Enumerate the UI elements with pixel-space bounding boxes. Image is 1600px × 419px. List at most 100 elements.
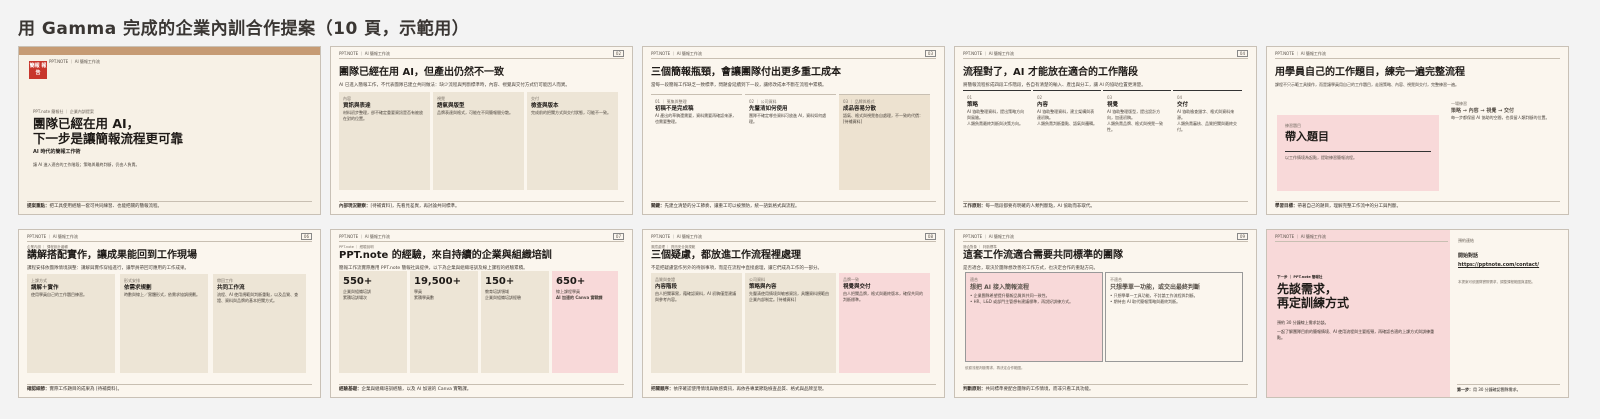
slide-9-footer-label: 判斷原則：: [963, 387, 986, 392]
slide-8-number: 08: [924, 233, 936, 240]
slide-7-title: PPT.note 的經驗，來自持續的企業與組織培訓: [339, 250, 552, 261]
slide-6-card-3: 帶回工作 共同工作流 流程、AI 使用規範與判斷重點，以及品質、查證、資料與品牌的基…: [213, 274, 306, 373]
slide-8-header-text: PPT.NOTE ｜ AI 簡報工作流: [651, 234, 702, 239]
stat-value: 550+: [343, 276, 373, 287]
slide-10-header: PPT.NOTE ｜ AI 簡報工作流: [1275, 234, 1448, 242]
stat-desc: AI 加速的 Canva 實戰課: [556, 295, 603, 300]
slide-7-stat-3: 150+ 教育培訓領域 企業與組織培訓經驗: [481, 271, 549, 373]
slide-4-stage-4: 04 交付 AI 協助檢查錯字、格式與資料來源。 人類負責審核、品質把關與最終交付。: [1173, 90, 1242, 190]
slide-3-subtitle: 當每一段簡報工作缺乏一致標準，問題會延續到下一段，讓修改成本不斷在流程中累積。: [651, 83, 827, 88]
slide-2-header-text: PPT.NOTE ｜ AI 簡報工作流: [339, 51, 390, 56]
slide-6-footer-text: 實際工作題目的成果為 [待補資料]。: [49, 387, 122, 392]
nofit-item-2-text: 期待由 AI 取代簡報策略與最終判斷。: [1113, 299, 1181, 304]
slide-6-thumbnail[interactable]: PPT.NOTE ｜ AI 簡報工作流 06 企業內訓 ｜ 課程設計邏輯 講解搭配…: [18, 229, 321, 398]
slide-2-title: 團隊已經在用 AI，但產出仍然不一致: [339, 67, 504, 78]
slide-5-subtitle: 課程不只示範工具操作，而是讓學員用自己的工作題目，走過策略、內容、視覺與交付，完…: [1275, 82, 1459, 87]
slide-5-footer-label: 學習目標：: [1275, 204, 1298, 209]
card-desc: 時數與線上／實體形式，依需求協調規劃。: [124, 292, 200, 297]
stage-heading: 策略: [967, 102, 979, 108]
slide-10-thumbnail[interactable]: PPT.NOTE ｜ AI 簡報工作流 預約連結 開始對話 https://pp…: [1266, 229, 1569, 398]
slide-8-card-3: 品牌一致 視覺與交付 由人把關品牌，格式與最終版本，確保共同的判斷標準。: [839, 273, 930, 373]
slide-1-footer-text: 把工具使用經驗一套可共同練習、也能把關的簡報流程。: [49, 204, 163, 209]
page-title: 用 Gamma 完成的企業內訓合作提案（10 頁，示範用）: [18, 19, 470, 39]
slide-5-header-text: PPT.NOTE ｜ AI 簡報工作流: [1275, 51, 1326, 56]
slide-6-card-1: 上課方式 講解＋實作 使用學員自己的工作題目練習。: [27, 274, 115, 373]
brand-logo: 簡報 報告: [29, 61, 47, 79]
card-heading: 先釐清如何使用: [749, 106, 788, 112]
slide-3-col-3: 03 ｜ 品牌與格式 成品容易分散 語氣、格式與視覺各自處理，不一致的代價：[待補資…: [839, 94, 930, 190]
slide-7-footer-label: 經驗基礎：: [339, 387, 362, 392]
slide-10-header-text: PPT.NOTE ｜ AI 簡報工作流: [1275, 234, 1326, 239]
slide-6-header: PPT.NOTE ｜ AI 簡報工作流 06: [27, 233, 312, 242]
slide-2-footer-label: 內部現況觀察：: [339, 204, 371, 209]
fit-item-2-text: HR、L&D 或部門主管想有建議標準，再說好訓練方式。: [973, 299, 1074, 304]
slide-2-card-delivery: 交付 檢查與版本 完成前的把關方式與交付狀態，可能不一致。: [527, 92, 618, 190]
stat-desc: 累積學員數: [414, 295, 434, 300]
slide-2-header: PPT.NOTE ｜ AI 簡報工作流 02: [339, 50, 624, 59]
slide-7-header-text: PPT.NOTE ｜ AI 簡報工作流: [339, 234, 390, 239]
slide-2-card-visual: 視覺 語氣與版型 品牌表達與格式，可能在不同簡報間分散。: [433, 92, 524, 190]
slide-10-footer-text: 用 30 分鐘確認團隊需求。: [1473, 387, 1521, 392]
slide-5-title: 用學員自己的工作題目，練完一遍完整流程: [1275, 67, 1465, 78]
slide-3-col-2: 02 ｜ 公司資料 先釐清如何使用 團隊不確定哪些資料可放進 AI，資料如何處理。: [745, 94, 836, 190]
card-desc: 品牌表達與格式，可能在不同簡報間分散。: [437, 110, 513, 115]
slide-7-thumbnail[interactable]: PPT.NOTE ｜ AI 簡報工作流 07 PPT.note ｜ 經驗說明 PP…: [330, 229, 633, 398]
card-heading: 只想學單一功能，或交出最終判斷: [1110, 284, 1201, 291]
slide-3-thumbnail[interactable]: PPT.NOTE ｜ AI 簡報工作流 03 三個簡報瓶頸，會讓團隊付出更多重工成…: [642, 46, 945, 215]
stage-ai: AI 協助檢查錯字、格式與資料來源。: [1177, 109, 1235, 120]
slide-6-number: 06: [300, 233, 312, 240]
slide-9-subtitle: 是否適合，取決於團隊想改善的工作方式，也決定合作的重點方向。: [963, 266, 1098, 271]
stage-human: 人類負責判斷重點、語氣與邏輯。: [1037, 121, 1097, 126]
card-heading: 策略與內容: [749, 284, 777, 290]
slide-3-header-text: PPT.NOTE ｜ AI 簡報工作流: [651, 51, 702, 56]
slide-2-card-content: 內容 資訊與表達 材料初步整理，卻不確定重要資訊是否有被放在對的位置。: [339, 92, 430, 190]
slide-4-subtitle: 將簡報流程拆成四段工作階段，各自有清楚的輸入、產出與分工，讓 AI 的協助位置更…: [963, 83, 1146, 88]
card-desc: 流程、AI 使用規範與判斷重點，以及品質、查證、資料與品牌的基本把關方式。: [217, 292, 299, 303]
slide-4-stage-3: 03 視覺 AI 協助整理版型，提出設計方向，加速初稿。 人類負責品牌、格式與視覺一致…: [1103, 90, 1171, 190]
slide-5-thumbnail[interactable]: PPT.NOTE ｜ AI 簡報工作流 用學員自己的工作題目，練完一遍完整流程 …: [1266, 46, 1569, 215]
slide-9-footer: 判斷原則：共同標準要配合團隊的工作情境，而非只看工具功能。: [963, 384, 1248, 393]
card-desc: 完成前的把關方式與交付狀態，可能不一致。: [531, 110, 611, 115]
slide-4-thumbnail[interactable]: PPT.NOTE ｜ AI 簡報工作流 04 流程對了，AI 才能放在適合的工作階…: [954, 46, 1257, 215]
slide-8-thumbnail[interactable]: PPT.NOTE ｜ AI 簡報工作流 08 風險處理 ｜ 資訊安全與規範 三個疑…: [642, 229, 945, 398]
card-desc: 語氣、格式與視覺各自處理，不一致的代價：[待補資料]: [843, 113, 923, 124]
contact-link[interactable]: https://pptnote.com/contact/: [1458, 262, 1539, 268]
slide-4-stage-2: 02 內容 AI 協助整理資料，建立架構與表達初稿。 人類負責判斷重點、語氣與邏輯。: [1033, 90, 1101, 190]
slide-7-stat-2: 19,500+ 學員 累積學員數: [410, 271, 478, 373]
slide-9-thumbnail[interactable]: PPT.NOTE ｜ AI 簡報工作流 09 適合對象 ｜ 判斷標準 這套工作流適…: [954, 229, 1257, 398]
slide-10-desc-1: 預約 30 分鐘線上需求訪談。: [1277, 320, 1329, 325]
slide-6-subtitle: 課程安排依團隊情境調整：講解與實作穿插進行，讓學員帶回可應用的工作成果。: [27, 266, 189, 271]
slide-10-title-line-1: 先談需求，: [1277, 282, 1338, 296]
side-heading: 策略 → 內容 → 視覺 → 交付: [1451, 108, 1515, 114]
slide-4-header-text: PPT.NOTE ｜ AI 簡報工作流: [963, 51, 1014, 56]
slide-8-card-1: 品質與查證 內容階段 由人把關事實，藉確認資料，AI 初稿僅是建議與參考內容。: [651, 273, 742, 373]
stat-value: 650+: [556, 276, 586, 287]
stat-value: 19,500+: [414, 276, 461, 287]
card-heading: 內容階段: [655, 284, 678, 290]
stage-ai: AI 協助整理資料，建立架構與表達初稿。: [1037, 109, 1095, 120]
slide-8-footer-label: 把關順序：: [651, 387, 674, 392]
slide-10-desc-2: 一起了解團隊目前的簡報情境、AI 使用流程與主要瓶頸，再確認合適的上課方式與訓練…: [1277, 329, 1435, 340]
card-heading: 視覺與交付: [843, 284, 871, 290]
slide-10-footer: 第一步：用 30 分鐘確認團隊需求。: [1457, 384, 1560, 393]
card-heading: 講解＋實作: [31, 285, 59, 291]
slide-7-number: 07: [612, 233, 624, 240]
slide-2-thumbnail[interactable]: PPT.NOTE ｜ AI 簡報工作流 02 團隊已經在用 AI，但產出仍然不一致…: [330, 46, 633, 215]
card-desc: AI 產出的草稿還需要，資料需要再確認來源，也需要整理。: [655, 113, 737, 124]
slide-7-stat-1: 550+ 企業與組織培訓 累積培訓場次: [339, 271, 407, 373]
stage-heading: 內容: [1037, 102, 1049, 108]
slide-9-fit-card: 適合 想把 AI 接入簡報流程 • 企業團隊希望提升簡報品質與共同一致性。 • …: [965, 272, 1103, 362]
nofit-item-1-text: 只想學單一工具功能，不討論工作流程與判斷。: [1113, 293, 1198, 298]
slide-9-footer-text: 共同標準要配合團隊的工作情境，而非只看工具功能。: [985, 387, 1094, 392]
slide-1-footer-label: 提案重點：: [27, 204, 50, 209]
slide-8-footer: 把關順序：依序確認使用情境與敏感資訊，再依各專業節點檢查品質、格式與品牌呈現。: [651, 384, 936, 393]
slide-1-title-line-2: 下一步是讓簡報流程更可靠: [33, 131, 184, 146]
slide-10-footer-label: 第一步：: [1457, 387, 1473, 392]
slide-9-title: 這套工作流適合需要共同標準的團隊: [963, 250, 1123, 261]
slide-4-title: 流程對了，AI 才能放在適合的工作階段: [963, 67, 1138, 78]
slide-3-footer-label: 關鍵：: [651, 204, 665, 209]
stat-value: 150+: [485, 276, 515, 287]
slide-8-footer-text: 依序確認使用情境與敏感資訊，再依各專業節點檢查品質、格式與品牌呈現。: [673, 387, 827, 392]
card-desc: 以工作情境為起點，提取練習簡報流程。: [1285, 151, 1431, 161]
slide-1-thumbnail[interactable]: PPT.NOTE ｜ AI 簡報工作流 簡報 報告 PPT.note 簡報社 ｜…: [18, 46, 321, 215]
